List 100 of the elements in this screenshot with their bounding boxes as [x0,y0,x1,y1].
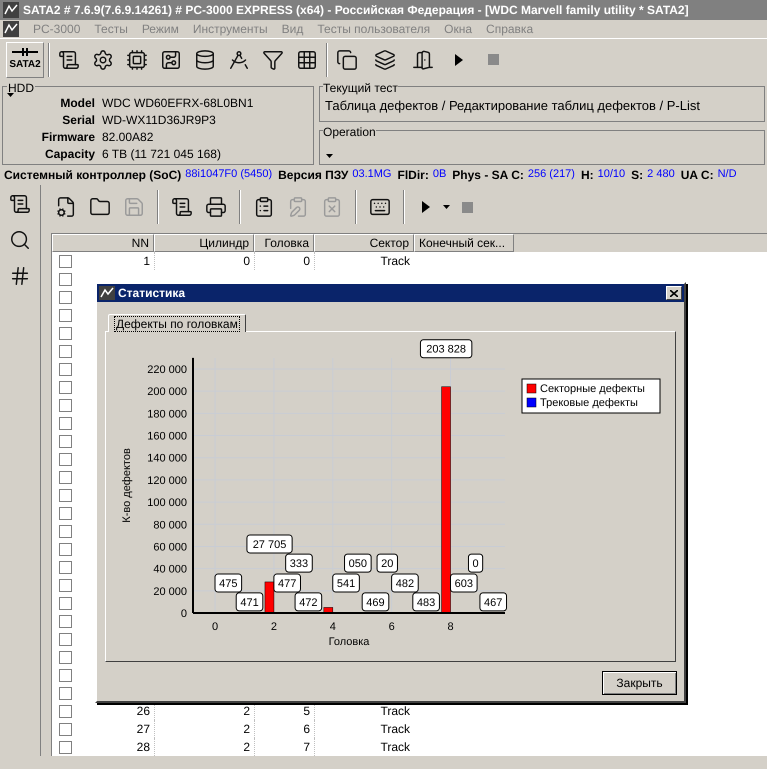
data-label: 050 [344,554,372,573]
port-button[interactable]: SATA2 [6,42,44,78]
field-value: WDC WD60EFRX-68L0BN1 [102,95,254,112]
field-value: WD-WX11D36JR9P3 [102,112,217,129]
annotation: 471 [240,596,259,609]
annotation: 333 [290,558,308,570]
axis-tick-label: 0 [212,621,218,633]
axis-tick-label: 100 000 [147,497,187,510]
status-label: S: [631,167,644,184]
window-title: SATA2 # 7.6.9(7.6.9.14261) # PC-3000 EXPRESS (x64) - Российская Федерация - [WDC Marvell family utility * SATA2] [23,2,689,19]
field-label: Model [59,95,95,112]
field-value: 6 TB (11 721 045 168) [102,146,222,163]
close-dialog-button[interactable]: Закрыть [602,671,677,695]
column-header[interactable]: NN [52,234,154,252]
data-label: 482 [391,574,419,593]
table-cell-text: Track [380,721,410,738]
dialog-title: Статистика [118,285,186,302]
data-label: 469 [362,592,390,612]
status-value: 256 (217) [528,167,575,182]
table-cell-text: 2 [243,739,250,756]
legend-label: Секторные дефекты [540,383,645,395]
annotation: 050 [348,558,368,570]
table-cell-text: 27 [136,721,150,738]
column-header[interactable]: Конечный сек... [414,234,514,252]
status-label: Версия ПЗУ [278,167,348,184]
data-label: 603 [450,574,478,593]
axis-title: К-во дефектов [121,448,133,523]
data-label: 477 [273,574,301,593]
data-label: 333 [285,554,313,573]
column-header[interactable]: Сектор [314,234,414,252]
data-label: 20 [376,554,398,573]
data-label: 471 [236,592,264,612]
annotation: 482 [396,578,414,590]
annotation: 483 [416,596,436,609]
status-label: Системный контроллер (SoC) [4,167,182,184]
annotation: 27 705 [252,538,286,551]
data-label: 467 [479,592,508,612]
table-cell-text: Track [380,253,410,270]
field-label: Firmware [40,129,95,146]
data-label: 203 828 [420,339,472,358]
status-value: 88i1047F0 (5450) [185,167,272,182]
annotation: 20 [381,558,394,570]
data-label: 0 [468,554,484,573]
table-cell-text: 1 [143,253,150,270]
column-header[interactable]: Цилиндр [154,234,254,252]
axis-tick-label: 120 000 [147,474,187,487]
axis-tick-label: 2 [270,621,277,633]
table-cell-text: Track [380,739,410,756]
axis-tick-label: 20 000 [153,586,187,598]
tab[interactable]: Дефекты по головкам [108,314,246,332]
annotation: 541 [336,578,356,590]
current-test-value: Таблица дефектов / Редактирование таблиц дефектов / P-List [325,97,700,116]
table-cell-text: 2 [243,703,250,720]
annotation: 469 [366,596,385,609]
data-label: 541 [332,574,360,593]
table-cell-text: 0 [243,253,250,270]
status-value: 0B [432,167,446,182]
status-label: UA C: [680,167,714,184]
table-cell-text: 6 [303,721,310,738]
status-value: 2 480 [647,167,675,182]
axis-tick-label: 180 000 [147,408,187,420]
status-label: H: [580,167,594,184]
axis-title: Головка [328,636,370,648]
axis-tick-label: 140 000 [147,452,187,465]
status-label: FlDir: [397,167,429,184]
axis-tick-label: 160 000 [147,430,187,443]
table-cell-text: 28 [136,739,150,756]
axis-tick-label: 220 000 [147,364,187,376]
field-value: 82.00A82 [102,129,154,146]
annotation: 475 [219,578,238,590]
annotation: 472 [299,596,318,609]
field-label: Capacity [44,146,95,163]
data-label: 27 705 [246,534,293,554]
status-value: N/D [718,167,737,182]
annotation: 203 828 [426,344,466,356]
axis-tick-label: 80 000 [153,519,187,532]
table-cell-text: 26 [136,703,150,720]
table-cell-text: 5 [303,703,310,720]
annotation: 467 [484,596,502,609]
axis-tick-label: 6 [388,621,395,633]
table-cell-text: 2 [243,721,250,738]
axis-tick-label: 40 000 [153,564,187,576]
status-value: 03.1MG [352,167,392,182]
legend-label: Трековые дефекты [540,397,638,409]
axis-tick-label: 8 [447,621,454,633]
axis-tick-label: 0 [180,608,187,620]
data-label: 475 [214,574,242,593]
table-cell-text: 7 [303,739,310,756]
annotation: 0 [472,558,479,570]
data-label: 472 [294,592,322,612]
axis-tick-label: 4 [330,621,336,633]
data-label: 483 [412,592,440,612]
axis-tick-label: 60 000 [153,541,187,554]
table-cell-text: 0 [303,253,310,270]
annotation: 603 [454,578,473,590]
annotation: 477 [278,578,296,590]
table-cell-text: Track [380,703,410,720]
axis-tick-label: 200 000 [147,386,187,398]
column-header[interactable]: Головка [254,234,314,252]
field-label: Serial [61,112,95,129]
